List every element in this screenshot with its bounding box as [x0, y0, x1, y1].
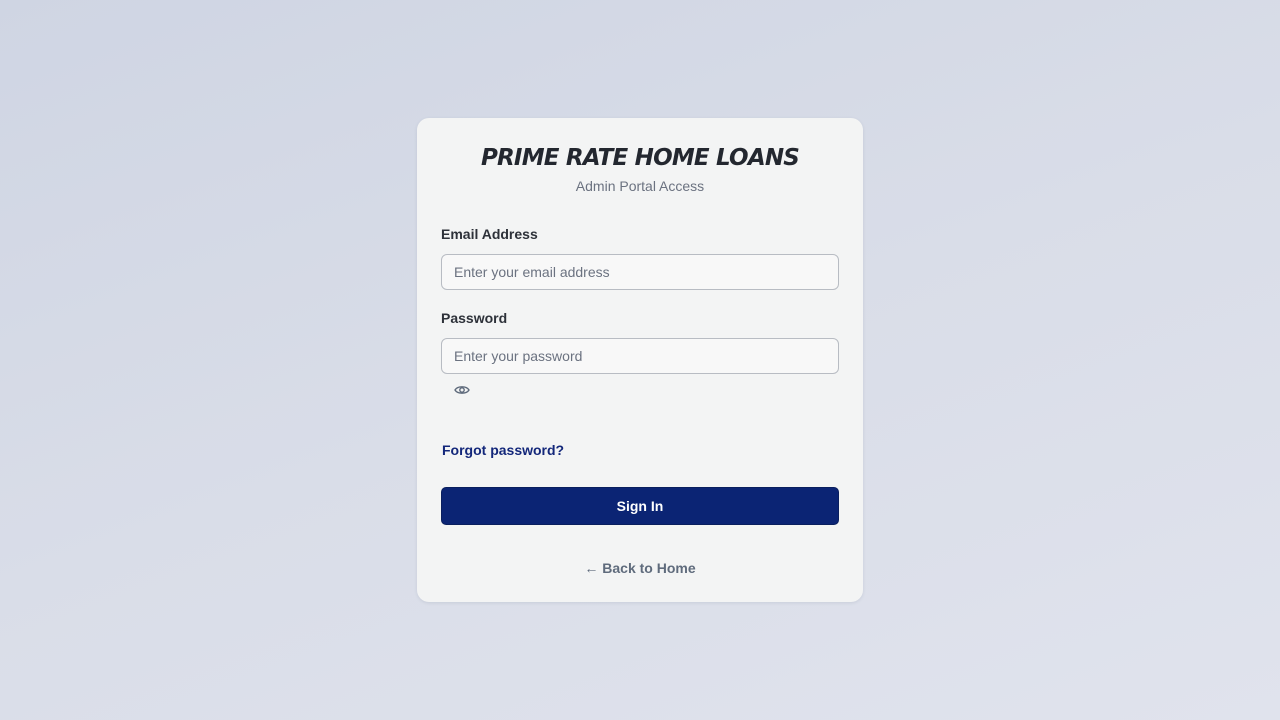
sign-in-button[interactable]: Sign In [441, 487, 839, 525]
password-label: Password [441, 310, 508, 326]
portal-subtitle: Admin Portal Access [575, 178, 705, 194]
forgot-password-link[interactable]: Forgot password? [442, 442, 564, 458]
login-form: Email Address Password Forgot password? … [441, 226, 839, 525]
back-to-home-link[interactable]: ← Back to Home [441, 560, 839, 576]
toggle-password-visibility-button[interactable] [450, 382, 474, 402]
email-label: Email Address [441, 226, 538, 242]
brand-title: PRIME RATE HOME LOANS [480, 145, 800, 171]
email-input[interactable] [441, 254, 839, 290]
eye-icon [454, 383, 470, 401]
login-card: PRIME RATE HOME LOANS Admin Portal Acces… [417, 118, 863, 602]
password-input[interactable] [441, 338, 839, 374]
